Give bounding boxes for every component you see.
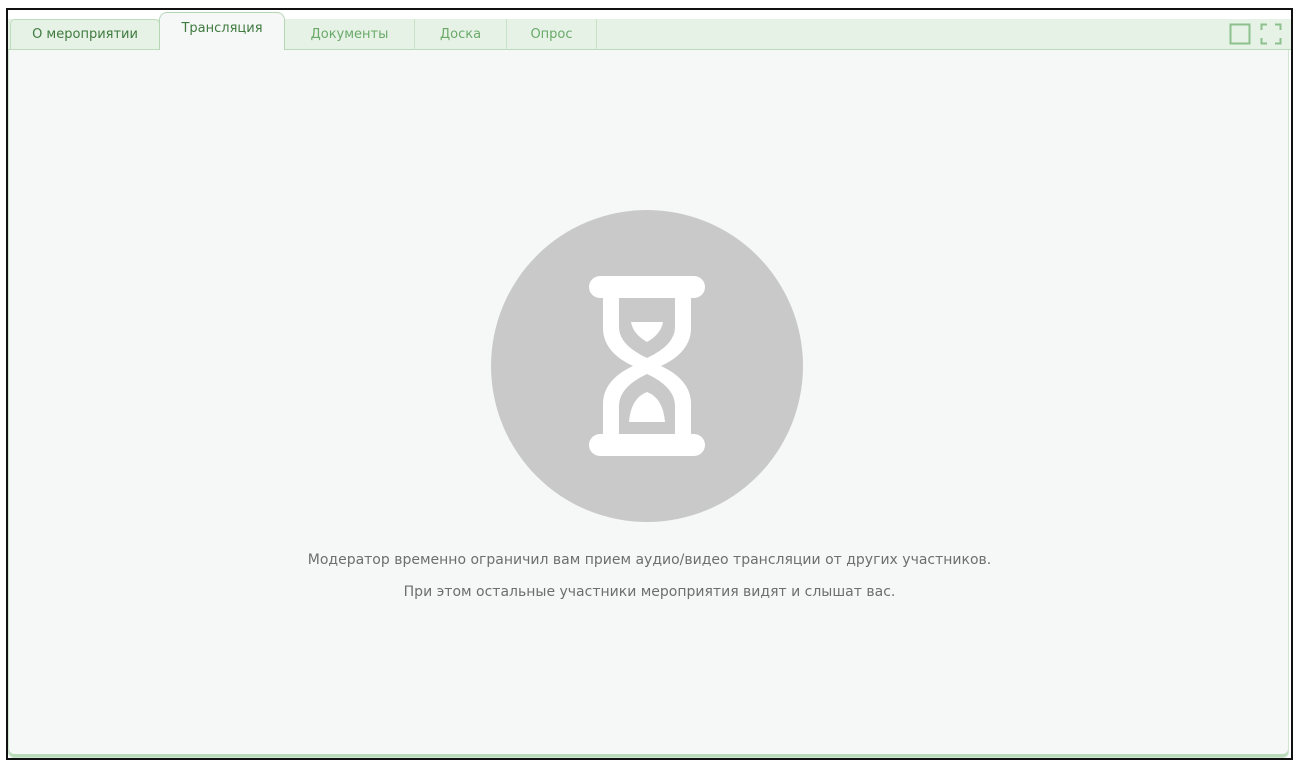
restriction-message: Модератор временно ограничил вам прием а… xyxy=(307,552,992,568)
tab-about-event[interactable]: О мероприятии xyxy=(10,19,160,50)
square-window-icon xyxy=(1229,23,1251,45)
restore-window-button[interactable] xyxy=(1229,23,1251,45)
tab-broadcast[interactable]: Трансляция xyxy=(159,12,285,50)
tab-bar: О мероприятии Трансляция Документы Доска… xyxy=(8,10,1291,50)
broadcast-panel: Модератор временно ограничил вам прием а… xyxy=(8,50,1289,758)
tab-documents[interactable]: Документы xyxy=(285,19,415,50)
hourglass-icon xyxy=(589,276,705,456)
tab-board[interactable]: Доска xyxy=(415,19,507,50)
fullscreen-button[interactable] xyxy=(1260,23,1282,45)
fullscreen-corners-icon xyxy=(1260,23,1282,45)
hourglass-badge xyxy=(491,210,803,522)
tab-poll[interactable]: Опрос xyxy=(507,19,597,50)
restriction-note: При этом остальные участники мероприятия… xyxy=(403,584,896,600)
app-frame: О мероприятии Трансляция Документы Доска… xyxy=(6,8,1293,760)
